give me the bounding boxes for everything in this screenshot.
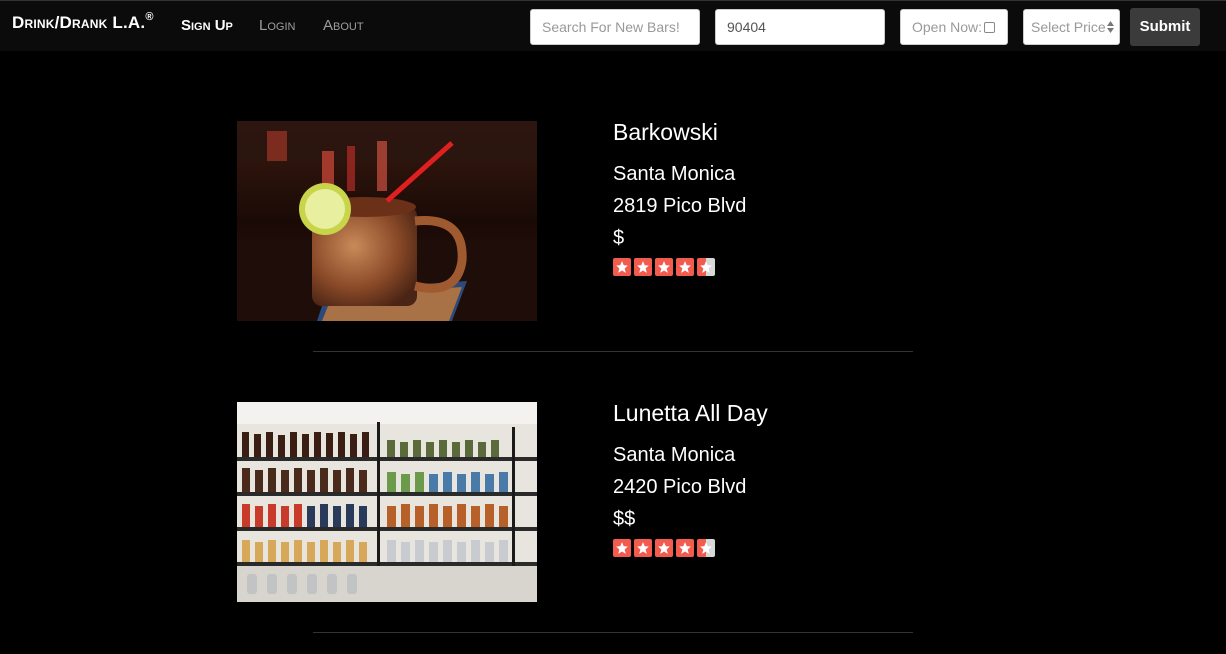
bar-name[interactable]: Lunetta All Day — [613, 399, 768, 427]
bar-info: Lunetta All Day Santa Monica 2420 Pico B… — [613, 399, 768, 557]
star-rating — [613, 539, 768, 557]
bar-photo-bottle-shelves[interactable] — [237, 402, 537, 602]
star-icon — [613, 258, 631, 276]
star-icon — [613, 539, 631, 557]
star-icon — [634, 258, 652, 276]
half-star-icon — [697, 258, 715, 276]
star-icon — [655, 539, 673, 557]
result-item: Barkowski Santa Monica 2819 Pico Blvd $ — [0, 0, 1226, 352]
result-item: Lunetta All Day Santa Monica 2420 Pico B… — [0, 281, 1226, 633]
bar-photo-image — [237, 402, 537, 602]
bar-city: Santa Monica — [613, 163, 736, 185]
star-icon — [655, 258, 673, 276]
bar-city: Santa Monica — [613, 444, 736, 466]
bar-address: 2420 Pico Blvd — [613, 476, 747, 498]
bar-name[interactable]: Barkowski — [613, 118, 746, 146]
bar-info: Barkowski Santa Monica 2819 Pico Blvd $ — [613, 118, 746, 276]
star-icon — [676, 539, 694, 557]
half-star-icon — [697, 539, 715, 557]
star-rating — [613, 258, 746, 276]
bar-price: $ — [613, 227, 625, 249]
bar-address: 2819 Pico Blvd — [613, 195, 747, 217]
star-icon — [634, 539, 652, 557]
star-icon — [676, 258, 694, 276]
bar-price: $$ — [613, 508, 636, 530]
result-divider — [313, 632, 913, 633]
